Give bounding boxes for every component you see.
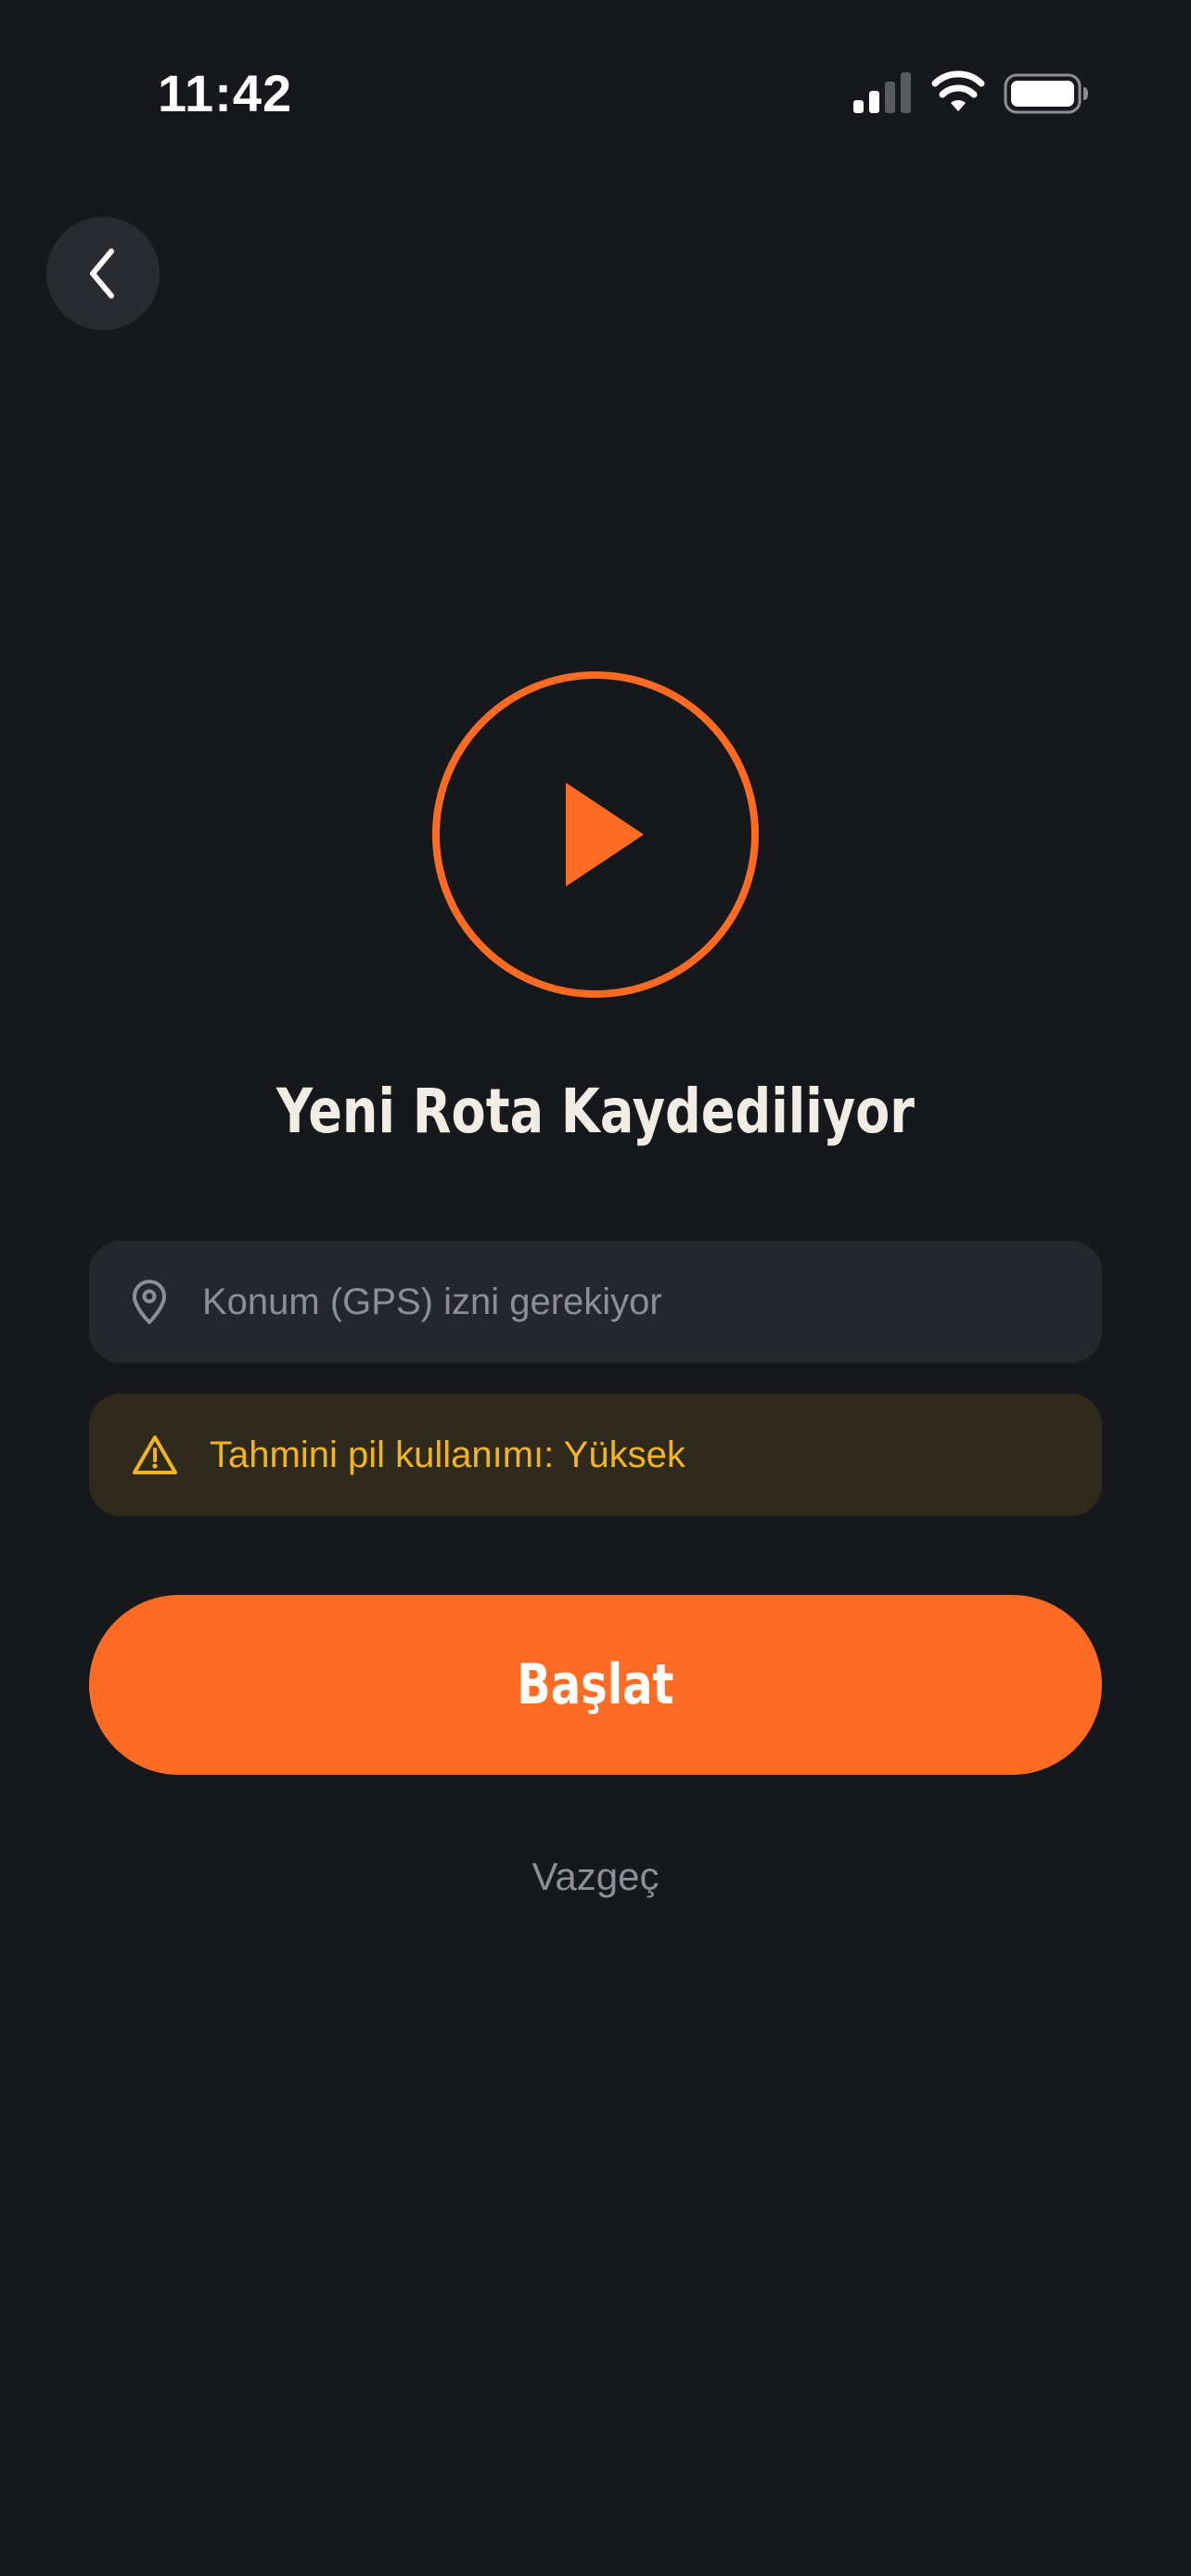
location-pin-icon [133,1280,166,1324]
cancel-link[interactable]: Vazgeç [0,1855,1191,1899]
chevron-left-icon [90,249,114,299]
warning-icon [133,1435,177,1474]
signal-icon [853,72,911,113]
status-bar: 11:42 [0,0,1191,185]
start-button[interactable]: Başlat [89,1595,1102,1775]
start-button-label: Başlat [517,1652,674,1717]
back-button[interactable] [46,217,160,330]
gps-permission-notice[interactable]: Konum (GPS) izni gerekiyor [89,1241,1102,1363]
gps-notice-text: Konum (GPS) izni gerekiyor [202,1281,662,1322]
wifi-icon [931,70,985,111]
status-time: 11:42 [158,64,293,122]
battery-usage-notice: Tahmini pil kullanımı: Yüksek [89,1394,1102,1516]
battery-icon [1004,73,1088,114]
page-title: Yeni Rota Kaydediliyor [275,1076,916,1147]
play-circle-icon [432,671,759,998]
battery-notice-text: Tahmini pil kullanımı: Yüksek [210,1434,685,1475]
